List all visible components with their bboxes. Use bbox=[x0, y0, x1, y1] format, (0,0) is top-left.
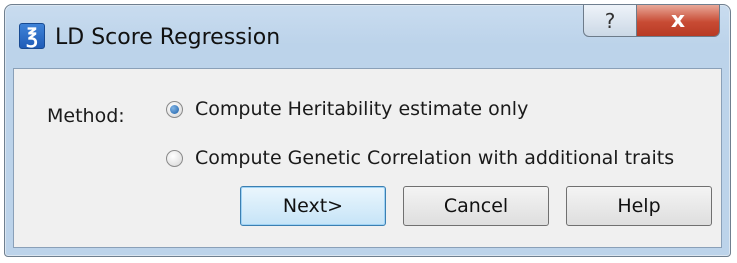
window-title: LD Score Regression bbox=[55, 25, 281, 50]
method-label: Method: bbox=[47, 105, 125, 127]
help-button[interactable]: Help bbox=[566, 186, 712, 226]
radio-genetic-correlation-label: Compute Genetic Correlation with additio… bbox=[195, 147, 675, 169]
dialog-body: Method: Compute Heritability estimate on… bbox=[13, 68, 722, 248]
radio-button-unchecked[interactable] bbox=[166, 149, 183, 167]
radio-heritability-label: Compute Heritability estimate only bbox=[195, 98, 529, 120]
dialog-window: ℥ LD Score Regression ? x Method: Comput… bbox=[4, 4, 731, 257]
radio-button-checked[interactable] bbox=[166, 100, 183, 118]
title-close-button[interactable]: x bbox=[636, 5, 720, 37]
title-bar[interactable]: ℥ LD Score Regression ? x bbox=[5, 5, 730, 67]
radio-heritability[interactable]: Compute Heritability estimate only bbox=[166, 98, 528, 120]
close-icon: x bbox=[670, 8, 686, 33]
cancel-button[interactable]: Cancel bbox=[403, 186, 549, 226]
question-mark-icon: ? bbox=[604, 8, 616, 33]
next-button[interactable]: Next> bbox=[240, 186, 386, 226]
app-icon: ℥ bbox=[19, 23, 45, 49]
title-help-button[interactable]: ? bbox=[583, 5, 637, 37]
radio-genetic-correlation[interactable]: Compute Genetic Correlation with additio… bbox=[166, 147, 674, 169]
